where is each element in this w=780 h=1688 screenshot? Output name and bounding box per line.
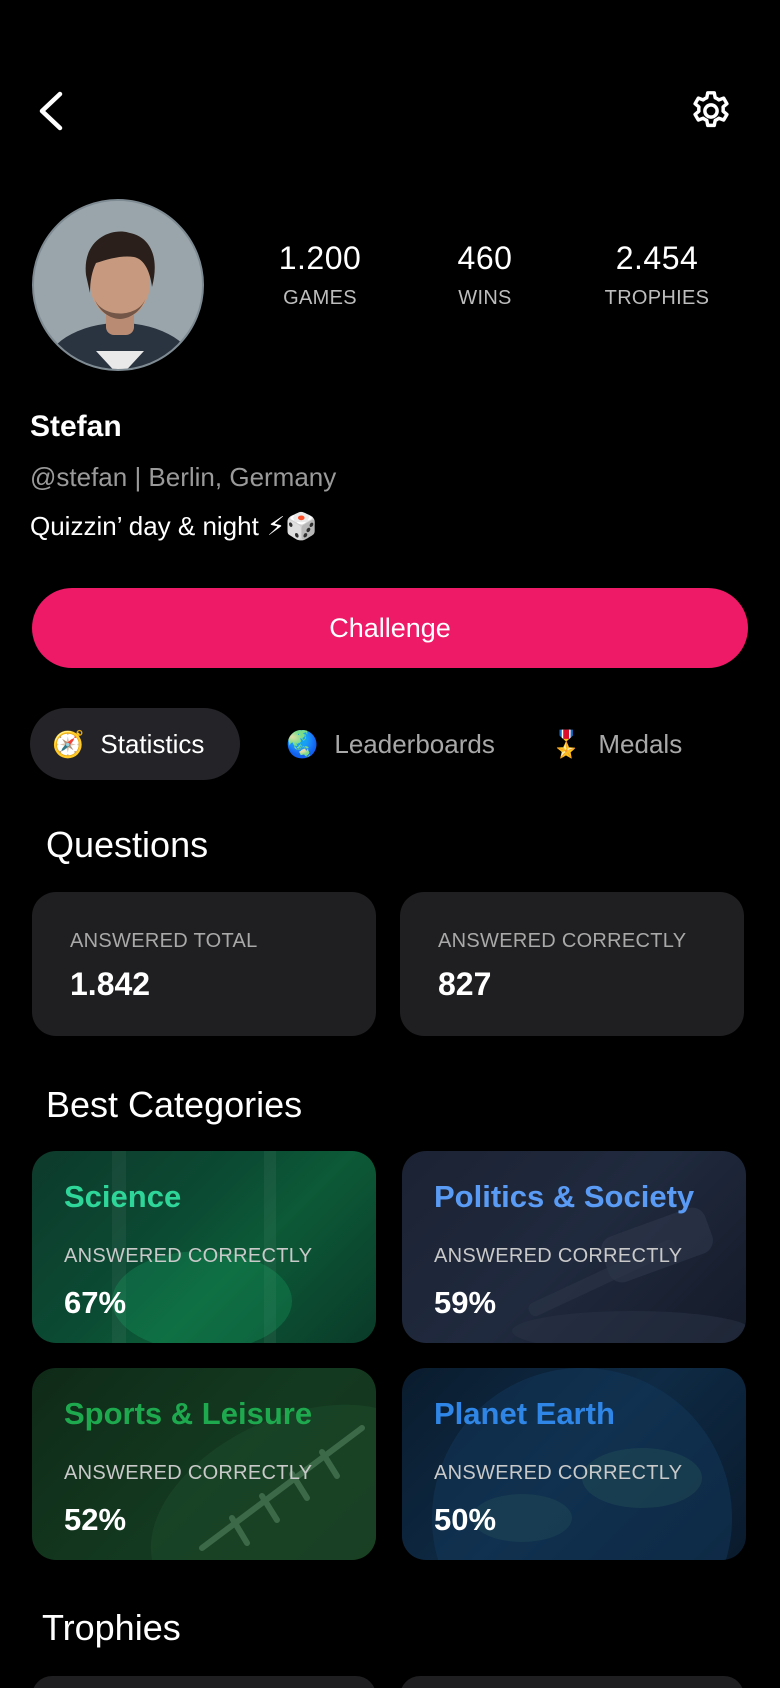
tab-medals-label: Medals	[598, 728, 683, 759]
back-arrow-icon	[39, 91, 63, 131]
category-card-sports[interactable]: Sports & Leisure ANSWERED CORRECTLY 52%	[32, 1368, 376, 1560]
profile-handle-location: @stefan | Berlin, Germany	[30, 462, 337, 492]
questions-title: Questions	[46, 824, 209, 865]
best-categories-title: Best Categories	[46, 1084, 303, 1125]
challenge-button[interactable]: Challenge	[32, 588, 748, 668]
profile-bio-emoji: ⚡🎲	[266, 511, 318, 541]
answered-correctly-card: ANSWERED CORRECTLY 827	[400, 892, 744, 1036]
profile-name: Stefan	[30, 410, 122, 443]
category-planet-name: Planet Earth	[434, 1396, 615, 1431]
answered-total-label: ANSWERED TOTAL	[70, 930, 258, 952]
category-politics-value: 59%	[434, 1285, 497, 1320]
tab-medals[interactable]: 🎖️ Medals	[550, 708, 682, 780]
answered-correctly-label: ANSWERED CORRECTLY	[438, 930, 687, 952]
stat-wins-label: WINS	[458, 287, 512, 309]
gear-icon	[693, 91, 729, 128]
trophies-title: Trophies	[42, 1607, 181, 1648]
answered-total-value: 1.842	[70, 966, 151, 1002]
globe-icon: 🌏	[286, 728, 319, 759]
trophy-card[interactable]	[32, 1676, 376, 1688]
back-button[interactable]	[30, 88, 70, 134]
medal-icon: 🎖️	[550, 728, 583, 759]
profile-screen: 1.200 GAMES 460 WINS 2.454 TROPHIES Stef…	[0, 0, 780, 1688]
category-science-value: 67%	[64, 1285, 127, 1320]
category-sports-label: ANSWERED CORRECTLY	[64, 1462, 313, 1484]
stat-trophies: 2.454 TROPHIES	[582, 240, 732, 310]
stat-games-label: GAMES	[283, 287, 357, 309]
stat-games-value: 1.200	[278, 240, 362, 276]
category-planet-label: ANSWERED CORRECTLY	[434, 1462, 683, 1484]
stat-wins-value: 460	[457, 240, 513, 276]
category-science-label: ANSWERED CORRECTLY	[64, 1245, 313, 1267]
stat-games: 1.200 GAMES	[260, 240, 380, 310]
category-card-planet-earth[interactable]: Planet Earth ANSWERED CORRECTLY 50%	[402, 1368, 746, 1560]
stats-row: 1.200 GAMES 460 WINS 2.454 TROPHIES	[0, 240, 780, 330]
tab-leaderboards[interactable]: 🌏 Leaderboards	[286, 708, 495, 780]
profile-tabs: 🧭 Statistics 🌏 Leaderboards 🎖️ Medals	[0, 708, 780, 780]
tab-statistics[interactable]: 🧭 Statistics	[30, 708, 240, 780]
tab-statistics-label: Statistics	[100, 728, 205, 759]
answered-total-card: ANSWERED TOTAL 1.842	[32, 892, 376, 1036]
stat-trophies-value: 2.454	[615, 240, 699, 276]
category-card-politics[interactable]: Politics & Society ANSWERED CORRECTLY 59…	[402, 1151, 746, 1343]
compass-icon: 🧭	[52, 728, 85, 759]
stat-trophies-label: TROPHIES	[604, 287, 710, 309]
profile-bio: Quizzin’ day & night ⚡🎲	[30, 511, 317, 542]
category-politics-name: Politics & Society	[434, 1179, 695, 1214]
profile-bio-text: Quizzin’ day & night	[30, 511, 259, 541]
category-science-name: Science	[64, 1179, 182, 1214]
trophy-card[interactable]	[400, 1676, 744, 1688]
tab-leaderboards-label: Leaderboards	[334, 728, 495, 759]
category-sports-value: 52%	[64, 1502, 127, 1537]
category-politics-label: ANSWERED CORRECTLY	[434, 1245, 683, 1267]
answered-correctly-value: 827	[438, 966, 492, 1002]
category-card-science[interactable]: Science ANSWERED CORRECTLY 67%	[32, 1151, 376, 1343]
stat-wins: 460 WINS	[425, 240, 545, 310]
category-sports-name: Sports & Leisure	[64, 1396, 313, 1431]
settings-button[interactable]	[686, 86, 736, 136]
category-planet-value: 50%	[434, 1502, 497, 1537]
